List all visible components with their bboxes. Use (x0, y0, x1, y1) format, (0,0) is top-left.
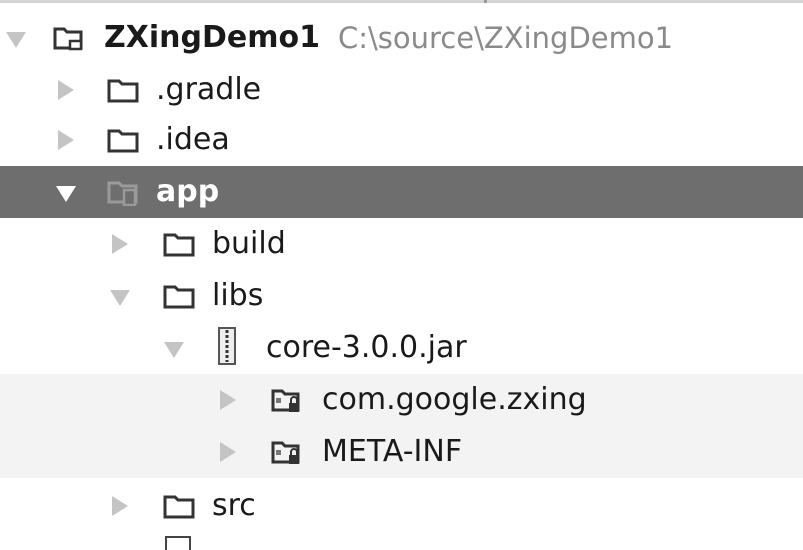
tree-item-label: META-INF (322, 434, 463, 469)
tree-item-label: .gradle (156, 72, 262, 107)
tree-row-idea[interactable]: .idea (0, 114, 803, 166)
project-icon (52, 24, 86, 52)
tree-item-label: core-3.0.0.jar (266, 330, 467, 365)
tree-item-label: app (156, 174, 220, 209)
expand-arrow-icon[interactable] (58, 130, 74, 150)
folder-icon (162, 230, 196, 258)
package-locked-icon (270, 386, 304, 414)
expand-arrow-icon[interactable] (220, 390, 236, 410)
tree-item-label: com.google.zxing (322, 382, 587, 417)
tree-item-label: .idea (156, 122, 230, 157)
project-name: ZXingDemo1 (104, 20, 320, 55)
tree-row-build[interactable]: build (0, 218, 803, 270)
jar-icon (212, 326, 246, 366)
panel-top-border (0, 0, 803, 3)
project-path: C:\source\ZXingDemo1 (338, 21, 674, 55)
folder-icon (162, 492, 196, 520)
expand-arrow-icon[interactable] (112, 496, 128, 516)
tree-row-src[interactable]: src (0, 480, 803, 532)
tree-row-core-jar[interactable]: core-3.0.0.jar (0, 322, 803, 374)
tree-item-label: libs (212, 278, 264, 313)
expand-arrow-icon[interactable] (220, 442, 236, 462)
tree-row-libs[interactable]: libs (0, 270, 803, 322)
splitter-mark (484, 0, 487, 3)
file-icon (165, 536, 191, 550)
collapse-arrow-icon[interactable] (164, 342, 184, 358)
collapse-arrow-icon[interactable] (56, 186, 76, 202)
tree-row-com-google-zxing[interactable]: com.google.zxing (0, 374, 803, 426)
tree-item-label: src (212, 488, 256, 523)
collapse-arrow-icon[interactable] (6, 32, 26, 48)
module-icon (106, 178, 140, 207)
package-locked-icon (270, 438, 304, 466)
folder-icon (106, 76, 140, 104)
collapse-arrow-icon[interactable] (110, 290, 130, 306)
folder-icon (106, 126, 140, 154)
tree-row-gradle[interactable]: .gradle (0, 64, 803, 116)
tree-row-meta-inf[interactable]: META-INF (0, 426, 803, 478)
folder-icon (162, 282, 196, 310)
expand-arrow-icon[interactable] (58, 80, 74, 100)
tree-item-label: build (212, 226, 286, 261)
tree-row-project[interactable]: ZXingDemo1 C:\source\ZXingDemo1 (0, 12, 803, 64)
tree-row-app[interactable]: app (0, 166, 803, 218)
expand-arrow-icon[interactable] (112, 234, 128, 254)
